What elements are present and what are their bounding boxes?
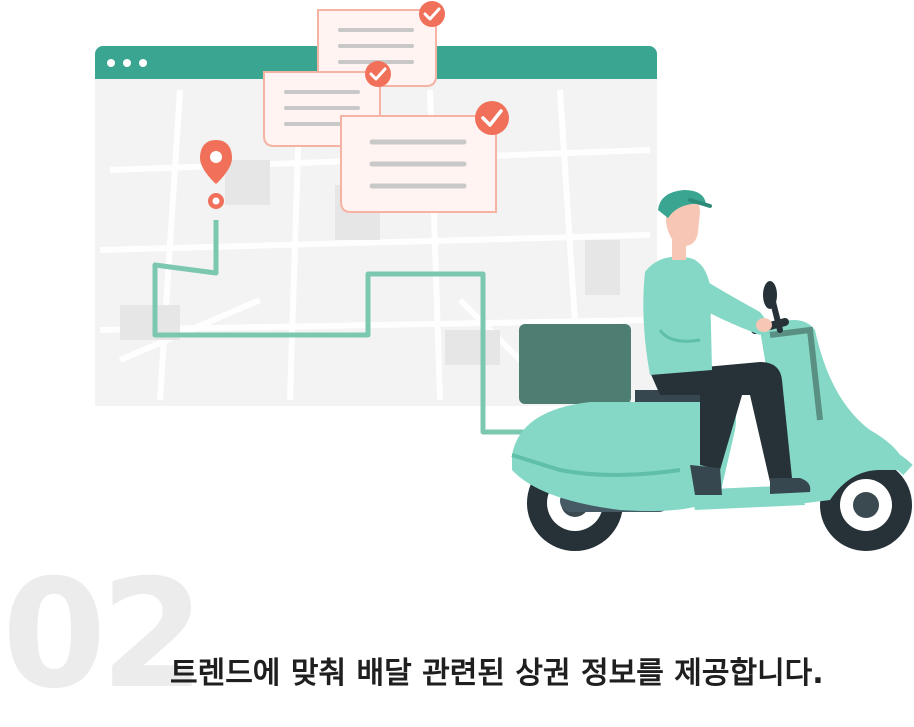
- order-card: [340, 101, 509, 213]
- check-icon: [475, 101, 509, 135]
- section-caption: 트렌드에 맞춰 배달 관련된 상권 정보를 제공합니다.: [170, 656, 824, 691]
- check-icon: [365, 61, 391, 87]
- check-icon: [419, 1, 445, 27]
